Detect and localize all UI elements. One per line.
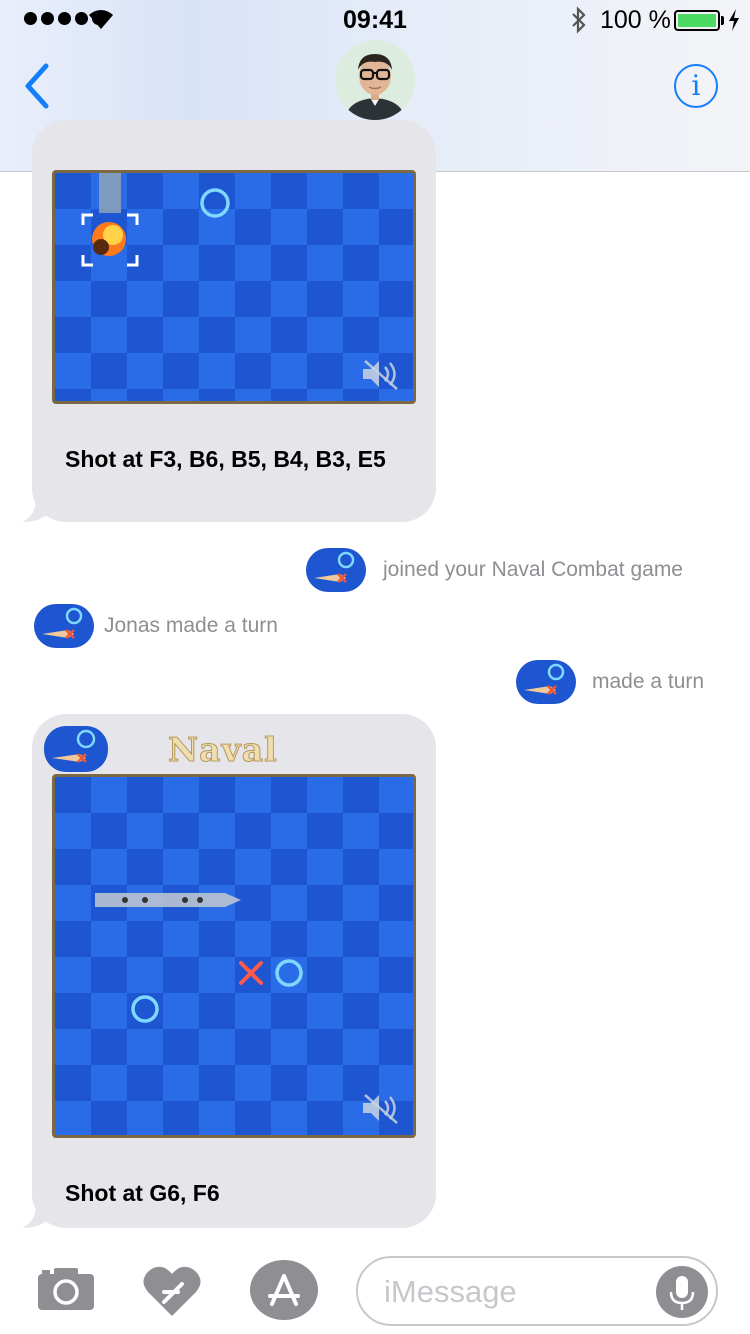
messages-screen: 09:41 100 % i Shot at F3, B6, B5, B4, B3… bbox=[0, 0, 750, 1334]
event-made-turn: made a turn bbox=[592, 670, 705, 693]
game-board bbox=[52, 774, 416, 1138]
message-placeholder: iMessage bbox=[384, 1274, 517, 1309]
game-message-bubble[interactable]: Shot at F3, B6, B5, B4, B3, E5 bbox=[32, 120, 436, 522]
contact-avatar[interactable] bbox=[335, 40, 415, 120]
game-board bbox=[52, 170, 416, 404]
hit-explosion-icon bbox=[92, 222, 126, 256]
app-store-icon[interactable] bbox=[250, 1260, 318, 1320]
board-overlay bbox=[95, 893, 303, 1023]
battery-tip bbox=[721, 16, 724, 25]
mute-icon[interactable] bbox=[359, 1091, 403, 1125]
shot-caption: Shot at G6, F6 bbox=[65, 1180, 220, 1206]
input-bar: iMessage bbox=[0, 1240, 750, 1334]
status-bar: 09:41 100 % bbox=[0, 0, 750, 40]
avatar-portrait-icon bbox=[335, 40, 415, 120]
digital-touch-icon[interactable] bbox=[142, 1262, 202, 1318]
bluetooth-icon bbox=[572, 6, 586, 34]
event-jonas-turn: Jonas made a turn bbox=[104, 614, 278, 637]
mute-icon[interactable] bbox=[359, 357, 403, 391]
ship-icon bbox=[95, 893, 241, 907]
bubble-tail bbox=[22, 1200, 48, 1228]
battery-icon bbox=[674, 10, 720, 31]
camera-icon[interactable] bbox=[36, 1266, 96, 1312]
shot-caption: Shot at F3, B6, B5, B4, B3, E5 bbox=[65, 446, 386, 472]
event-joined: joined your Naval Combat game bbox=[383, 558, 683, 581]
naval-combat-app-icon bbox=[516, 660, 576, 704]
back-chevron-icon[interactable] bbox=[22, 62, 52, 110]
microphone-icon[interactable] bbox=[656, 1266, 708, 1318]
naval-combat-app-icon bbox=[306, 548, 366, 592]
message-input[interactable]: iMessage bbox=[356, 1256, 718, 1326]
charging-bolt-icon bbox=[729, 9, 739, 31]
info-icon[interactable]: i bbox=[674, 64, 718, 108]
game-message-bubble[interactable]: Naval Combat Shot at G6, F6 bbox=[32, 714, 436, 1228]
naval-combat-app-icon bbox=[34, 604, 94, 648]
bubble-tail bbox=[22, 494, 48, 522]
battery-percent: 100 % bbox=[600, 6, 671, 34]
naval-combat-app-icon bbox=[44, 726, 108, 772]
